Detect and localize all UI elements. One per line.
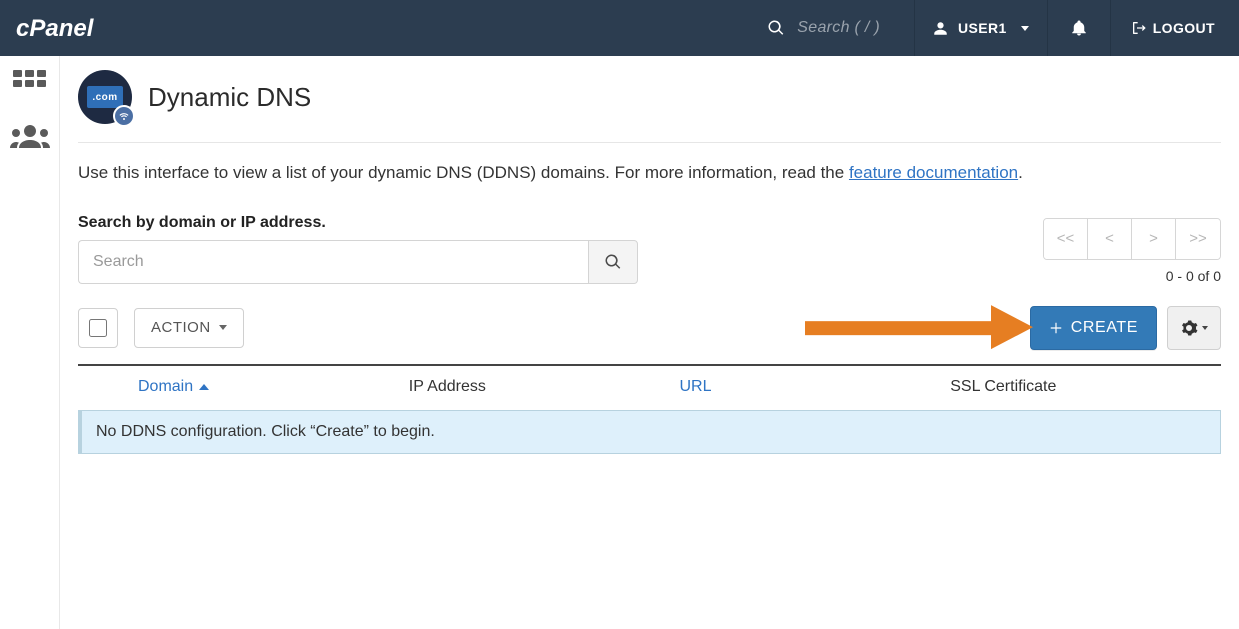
top-bar: cPanel Search ( / ) USER1 LOGOUT xyxy=(0,0,1239,56)
left-sidebar xyxy=(0,56,60,629)
intro-prefix: Use this interface to view a list of you… xyxy=(78,163,849,182)
chevron-down-icon xyxy=(219,325,227,330)
intro-text: Use this interface to view a list of you… xyxy=(78,161,1221,186)
search-icon xyxy=(767,19,785,37)
intro-suffix: . xyxy=(1018,163,1023,182)
svg-text:cPanel: cPanel xyxy=(16,15,95,42)
signal-badge-icon xyxy=(113,105,135,127)
select-all-checkbox[interactable] xyxy=(89,319,107,337)
create-button[interactable]: CREATE xyxy=(1030,306,1157,350)
apps-grid-icon[interactable] xyxy=(13,70,47,98)
action-dropdown[interactable]: ACTION xyxy=(134,308,244,348)
divider xyxy=(914,0,915,56)
annotation-arrow xyxy=(805,299,1035,355)
action-label: ACTION xyxy=(151,319,211,336)
chevron-down-icon xyxy=(1021,26,1029,31)
pager-last-button[interactable]: >> xyxy=(1176,219,1220,259)
plus-icon xyxy=(1049,321,1063,335)
divider xyxy=(78,142,1221,143)
select-all-wrapper[interactable] xyxy=(78,308,118,348)
pager: << < > >> xyxy=(1043,218,1221,260)
chevron-down-icon xyxy=(1202,326,1208,330)
create-label: CREATE xyxy=(1071,319,1138,337)
sort-asc-icon xyxy=(199,384,209,390)
gear-icon xyxy=(1180,319,1198,337)
column-ssl: SSL Certificate xyxy=(950,378,1221,396)
logout-label: LOGOUT xyxy=(1153,20,1215,36)
main-content: .com Dynamic DNS Use this interface to v… xyxy=(60,56,1239,629)
pager-prev-button[interactable]: < xyxy=(1088,219,1132,259)
dotcom-badge: .com xyxy=(87,86,123,108)
page-title: Dynamic DNS xyxy=(148,82,311,113)
divider xyxy=(1047,0,1048,56)
search-icon xyxy=(604,253,622,271)
column-domain[interactable]: Domain xyxy=(138,378,409,396)
page-header: .com Dynamic DNS xyxy=(78,70,1221,142)
column-url[interactable]: URL xyxy=(680,378,951,396)
feature-documentation-link[interactable]: feature documentation xyxy=(849,163,1018,182)
users-icon[interactable] xyxy=(10,124,50,148)
user-name: USER1 xyxy=(958,20,1007,36)
search-label: Search by domain or IP address. xyxy=(78,214,638,232)
cpanel-logo[interactable]: cPanel xyxy=(16,13,138,43)
empty-state-notice: No DDNS configuration. Click “Create” to… xyxy=(78,410,1221,454)
column-domain-label: Domain xyxy=(138,378,193,396)
user-icon xyxy=(933,21,948,36)
page-icon: .com xyxy=(78,70,132,124)
search-input[interactable] xyxy=(78,240,588,284)
global-search[interactable]: Search ( / ) xyxy=(767,19,910,37)
bell-icon xyxy=(1070,19,1088,37)
search-button[interactable] xyxy=(588,240,638,284)
pager-first-button[interactable]: << xyxy=(1044,219,1088,259)
table-header: Domain IP Address URL SSL Certificate xyxy=(78,366,1221,410)
logout-button[interactable]: LOGOUT xyxy=(1115,0,1227,56)
column-ip: IP Address xyxy=(409,378,680,396)
settings-dropdown[interactable] xyxy=(1167,306,1221,350)
divider xyxy=(1110,0,1111,56)
notifications-button[interactable] xyxy=(1052,0,1106,56)
user-menu[interactable]: USER1 xyxy=(919,0,1043,56)
logout-icon xyxy=(1131,20,1147,36)
pager-info: 0 - 0 of 0 xyxy=(1043,268,1221,284)
pager-next-button[interactable]: > xyxy=(1132,219,1176,259)
global-search-placeholder: Search ( / ) xyxy=(797,19,910,37)
